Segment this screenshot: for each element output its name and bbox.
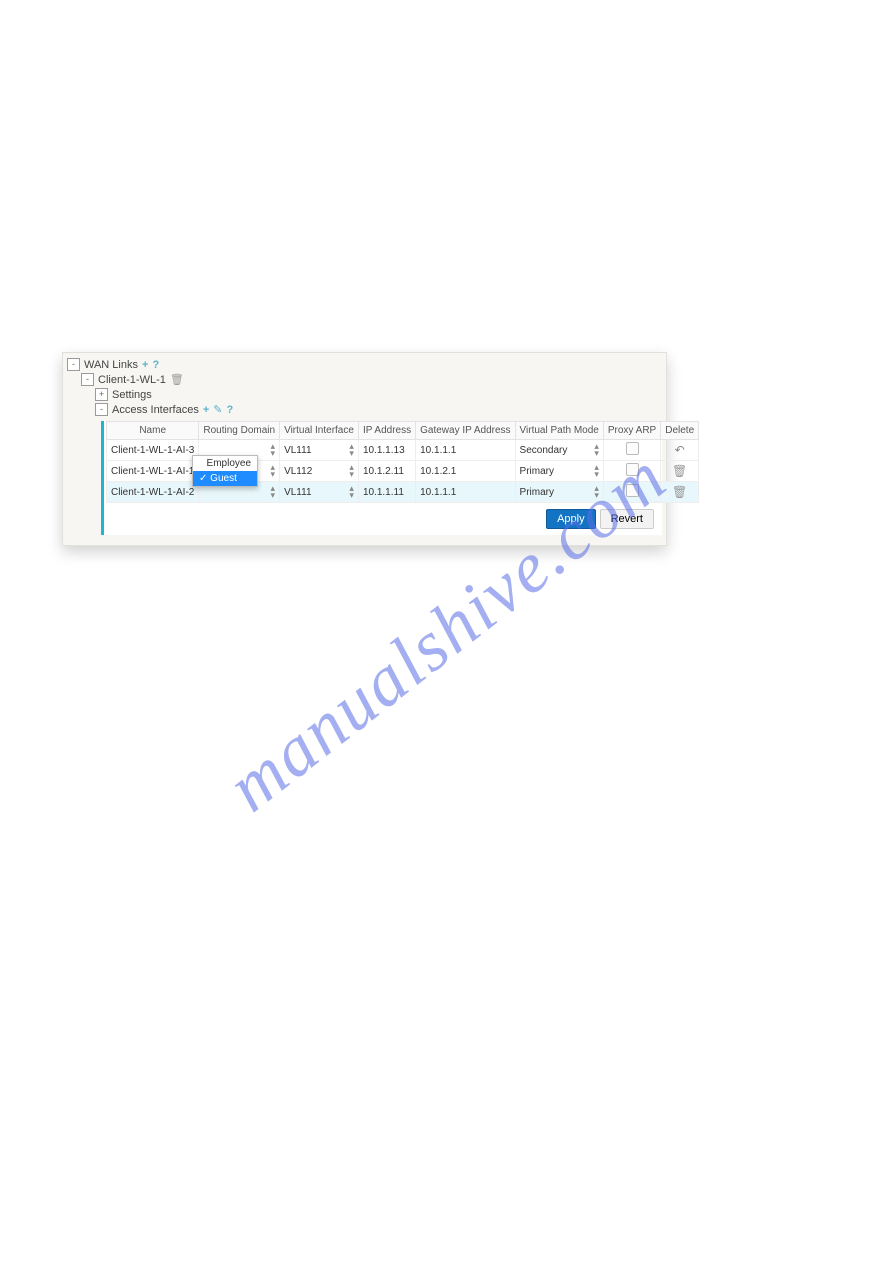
undo-icon[interactable]: ↶ [675,443,685,457]
cell-vif[interactable]: VL112 [280,461,359,482]
apply-button[interactable]: Apply [546,509,596,529]
dropdown-option-guest[interactable]: ✓ Guest [193,471,257,486]
spinner-icon[interactable] [594,442,599,458]
cell-gw[interactable]: 10.1.1.1 [416,440,515,461]
toggle-access[interactable]: - [95,403,108,416]
checkbox-icon[interactable] [626,484,639,497]
cell-vif[interactable]: VL111 [280,482,359,503]
check-icon: ✓ [199,473,207,484]
spinner-icon[interactable] [271,463,276,479]
spinner-icon[interactable] [349,463,354,479]
cell-name: Client-1-WL-1-AI-3 [107,440,199,461]
tree-row-wan-links[interactable]: - WAN Links + ? [67,357,662,372]
col-virtual-path-mode: Virtual Path Mode [515,422,603,440]
cell-delete[interactable]: 🗑 [661,461,699,482]
toggle-wan-links[interactable]: - [67,358,80,371]
access-interfaces-table-wrap: Name Routing Domain Virtual Interface IP… [101,421,662,535]
tree-row-settings[interactable]: + Settings [95,387,662,402]
trash-icon[interactable]: 🗑 [170,373,184,386]
dropdown-option-employee[interactable]: Employee [193,456,257,471]
cell-proxy-arp[interactable] [603,440,660,461]
revert-button[interactable]: Revert [600,509,654,529]
help-icon[interactable]: ? [226,404,233,416]
cell-ip[interactable]: 10.1.1.13 [358,440,415,461]
col-ip-address: IP Address [358,422,415,440]
spinner-icon[interactable] [271,484,276,500]
col-proxy-arp: Proxy ARP [603,422,660,440]
add-icon[interactable]: + [203,404,209,416]
button-row: Apply Revert [106,509,654,529]
checkbox-icon[interactable] [626,442,639,455]
label-client: Client-1-WL-1 [98,374,166,386]
spinner-icon[interactable] [349,442,354,458]
spinner-icon[interactable] [594,463,599,479]
tree-row-client[interactable]: - Client-1-WL-1 🗑 [81,372,662,387]
edit-icon[interactable]: ✎ [213,403,222,416]
cell-mode[interactable]: Primary [515,482,603,503]
cell-ip[interactable]: 10.1.1.11 [358,482,415,503]
cell-name: Client-1-WL-1-AI-2 [107,482,199,503]
cell-gw[interactable]: 10.1.1.1 [416,482,515,503]
config-panel: - WAN Links + ? - Client-1-WL-1 🗑 + Sett… [62,352,667,546]
cell-name: Client-1-WL-1-AI-1 [107,461,199,482]
cell-mode[interactable]: Primary [515,461,603,482]
routing-domain-dropdown[interactable]: Employee ✓ Guest [192,455,258,487]
toggle-client[interactable]: - [81,373,94,386]
label-settings: Settings [112,389,152,401]
col-delete: Delete [661,422,699,440]
cell-proxy-arp[interactable] [603,461,660,482]
col-virtual-interface: Virtual Interface [280,422,359,440]
col-name: Name [107,422,199,440]
cell-delete[interactable]: 🗑 [661,482,699,503]
checkbox-icon[interactable] [626,463,639,476]
col-routing-domain: Routing Domain [199,422,280,440]
add-icon[interactable]: + [142,359,148,371]
spinner-icon[interactable] [594,484,599,500]
spinner-icon[interactable] [271,442,276,458]
cell-mode[interactable]: Secondary [515,440,603,461]
trash-icon[interactable]: 🗑 [672,464,687,478]
cell-delete[interactable]: ↶ [661,440,699,461]
label-access: Access Interfaces [112,404,199,416]
help-icon[interactable]: ? [152,359,159,371]
toggle-settings[interactable]: + [95,388,108,401]
cell-vif[interactable]: VL111 [280,440,359,461]
cell-ip[interactable]: 10.1.2.11 [358,461,415,482]
cell-gw[interactable]: 10.1.2.1 [416,461,515,482]
tree-row-access-interfaces[interactable]: - Access Interfaces + ✎ ? [95,402,662,417]
col-gateway-ip: Gateway IP Address [416,422,515,440]
label-wan-links: WAN Links [84,359,138,371]
cell-proxy-arp[interactable] [603,482,660,503]
spinner-icon[interactable] [349,484,354,500]
trash-icon[interactable]: 🗑 [672,485,687,499]
